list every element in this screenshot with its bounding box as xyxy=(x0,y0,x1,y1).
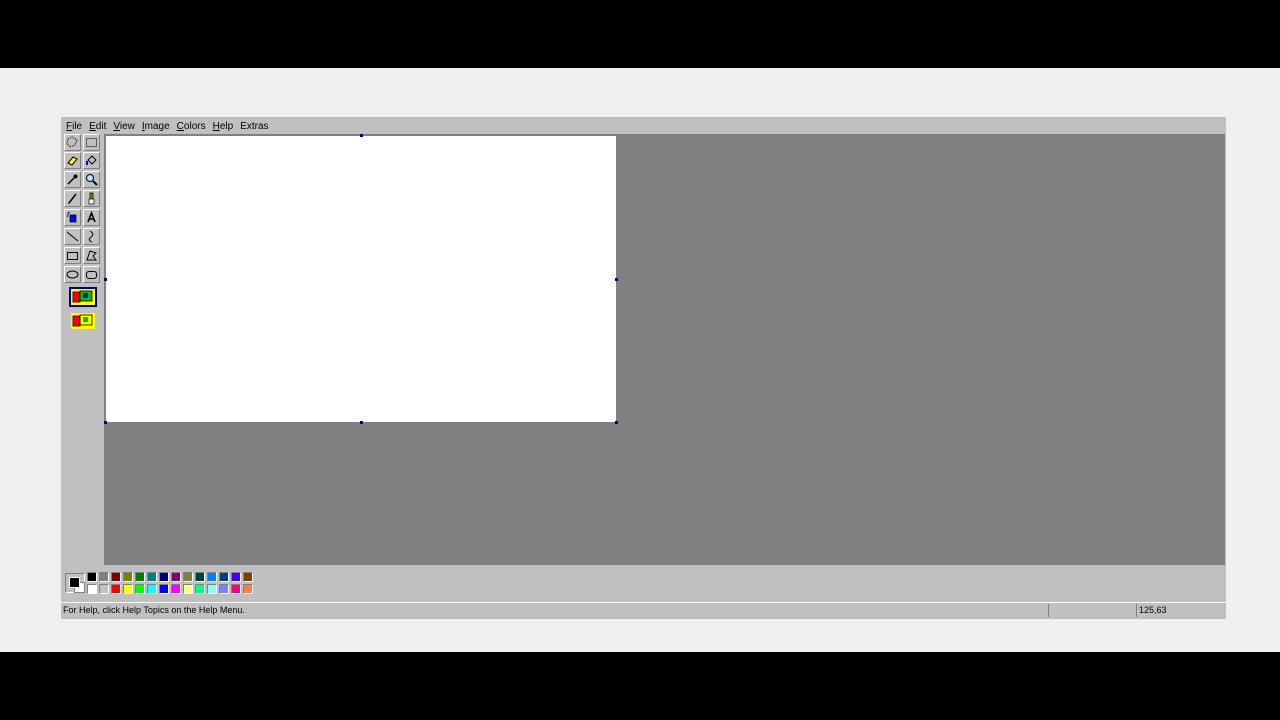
status-separator xyxy=(1048,604,1049,617)
free-select-tool[interactable] xyxy=(64,134,81,151)
status-separator xyxy=(1136,604,1137,617)
resize-handle-top[interactable] xyxy=(360,134,363,137)
rect-select-tool[interactable] xyxy=(83,134,100,151)
resize-handle-corner[interactable] xyxy=(615,421,618,424)
line-icon xyxy=(66,231,79,242)
magnifier-icon xyxy=(86,174,98,186)
drawing-canvas[interactable] xyxy=(106,136,616,422)
palette-swatches xyxy=(87,572,255,596)
pencil-tool[interactable] xyxy=(64,190,81,207)
current-colors xyxy=(65,573,85,593)
menu-view[interactable]: View xyxy=(110,118,138,135)
resize-handle-bottom-left xyxy=(104,421,107,424)
color-swatch[interactable] xyxy=(219,572,229,582)
resize-handle-bottom[interactable] xyxy=(360,421,363,424)
color-swatch[interactable] xyxy=(219,584,229,594)
color-swatch[interactable] xyxy=(243,572,253,582)
transparent-paste-icon xyxy=(71,313,95,329)
resize-handle-left xyxy=(104,278,107,281)
color-swatch[interactable] xyxy=(171,584,181,594)
color-swatch[interactable] xyxy=(195,584,205,594)
letterbox-bottom xyxy=(0,652,1280,720)
text-tool[interactable] xyxy=(83,209,100,226)
resize-handle-right[interactable] xyxy=(615,278,618,281)
rectangle-tool[interactable] xyxy=(64,247,81,264)
brush-icon xyxy=(88,192,95,205)
color-swatch[interactable] xyxy=(243,584,253,594)
status-help-text: For Help, click Help Topics on the Help … xyxy=(63,605,245,615)
color-swatch[interactable] xyxy=(87,572,97,582)
menu-file[interactable]: File xyxy=(63,118,85,135)
color-swatch[interactable] xyxy=(207,584,217,594)
color-swatch[interactable] xyxy=(147,572,157,582)
color-swatch[interactable] xyxy=(111,572,121,582)
magnifier-tool[interactable] xyxy=(83,171,100,188)
color-swatch[interactable] xyxy=(195,572,205,582)
foreground-color-swatch xyxy=(69,577,80,588)
opaque-paste-option[interactable] xyxy=(69,287,97,307)
status-bar: For Help, click Help Topics on the Help … xyxy=(61,602,1226,618)
airbrush-icon xyxy=(66,211,77,223)
eraser-icon xyxy=(67,156,78,166)
color-swatch[interactable] xyxy=(183,584,193,594)
color-swatch[interactable] xyxy=(87,584,97,594)
fill-bucket-icon xyxy=(86,155,97,165)
line-tool[interactable] xyxy=(64,228,81,245)
paint-window: File Edit View Image Colors Help Extras xyxy=(61,117,1226,619)
toolbox xyxy=(62,134,103,582)
color-swatch[interactable] xyxy=(99,572,109,582)
menu-bar: File Edit View Image Colors Help Extras xyxy=(62,118,1225,135)
color-picker-icon xyxy=(67,174,78,185)
color-swatch[interactable] xyxy=(171,572,181,582)
opaque-paste-icon xyxy=(71,289,95,305)
cursor-coordinates: 125,63 xyxy=(1139,605,1167,615)
curve-tool[interactable] xyxy=(83,228,100,245)
eraser-tool[interactable] xyxy=(64,152,81,169)
ellipse-icon xyxy=(66,270,79,279)
fill-bucket-tool[interactable] xyxy=(83,152,100,169)
color-picker-tool[interactable] xyxy=(64,171,81,188)
rectangle-icon xyxy=(67,252,78,260)
letterbox-top xyxy=(0,0,1280,68)
color-swatch[interactable] xyxy=(147,584,157,594)
color-swatch[interactable] xyxy=(99,584,109,594)
menu-edit[interactable]: Edit xyxy=(86,118,109,135)
ellipse-tool[interactable] xyxy=(64,266,81,283)
rounded-rect-tool[interactable] xyxy=(83,266,100,283)
airbrush-tool[interactable] xyxy=(64,209,81,226)
color-swatch[interactable] xyxy=(123,572,133,582)
color-swatch[interactable] xyxy=(231,584,241,594)
color-palette xyxy=(62,566,1225,600)
menu-help[interactable]: Help xyxy=(210,118,237,135)
text-icon xyxy=(87,211,96,223)
color-swatch[interactable] xyxy=(123,584,133,594)
polygon-tool[interactable] xyxy=(83,247,100,264)
transparent-paste-option[interactable] xyxy=(69,311,97,331)
free-select-icon xyxy=(66,136,78,148)
polygon-icon xyxy=(86,250,97,261)
color-swatch[interactable] xyxy=(111,584,121,594)
curve-icon xyxy=(88,230,94,243)
rect-select-icon xyxy=(86,138,97,147)
color-swatch[interactable] xyxy=(159,572,169,582)
menu-colors[interactable]: Colors xyxy=(174,118,209,135)
pencil-icon xyxy=(68,193,77,205)
color-swatch[interactable] xyxy=(135,584,145,594)
rounded-rect-icon xyxy=(86,271,97,279)
color-swatch[interactable] xyxy=(183,572,193,582)
brush-tool[interactable] xyxy=(83,190,100,207)
color-swatch[interactable] xyxy=(231,572,241,582)
canvas-workspace xyxy=(104,134,1225,565)
color-swatch[interactable] xyxy=(159,584,169,594)
menu-image[interactable]: Image xyxy=(139,118,173,135)
color-swatch[interactable] xyxy=(207,572,217,582)
menu-extras[interactable]: Extras xyxy=(237,118,271,135)
color-swatch[interactable] xyxy=(135,572,145,582)
